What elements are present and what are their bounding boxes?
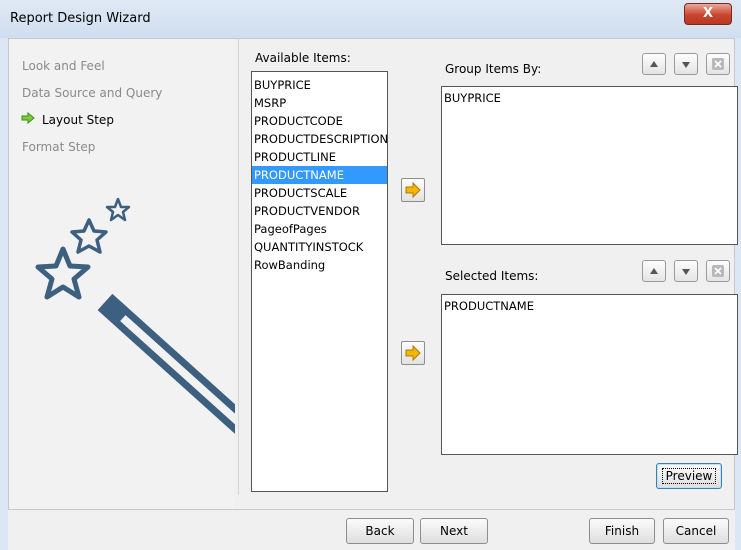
cancel-button[interactable]: Cancel xyxy=(663,518,729,544)
selected-items-list[interactable]: PRODUCTNAME xyxy=(441,294,738,455)
preview-button-label: Preview xyxy=(661,468,717,484)
group-move-up-button[interactable] xyxy=(642,53,666,75)
preview-button[interactable]: Preview xyxy=(656,463,722,489)
selected-remove-button[interactable] xyxy=(706,260,730,282)
panel-divider xyxy=(238,39,239,495)
finish-button[interactable]: Finish xyxy=(589,518,655,544)
available-items-label: Available Items: xyxy=(255,51,351,65)
list-item[interactable]: BUYPRICE xyxy=(252,76,387,94)
triangle-down-icon xyxy=(682,62,690,68)
wizard-window: Report Design Wizard X Look and Feel Dat… xyxy=(0,0,741,550)
group-items-label: Group Items By: xyxy=(445,62,542,76)
next-button[interactable]: Next xyxy=(420,518,488,544)
step-look-and-feel[interactable]: Look and Feel xyxy=(22,59,105,73)
wizard-content: Look and Feel Data Source and Query Layo… xyxy=(8,38,738,510)
list-item[interactable]: QUANTITYINSTOCK xyxy=(252,238,387,256)
footer: Back Next Finish Cancel xyxy=(8,510,735,550)
close-button[interactable]: X xyxy=(684,3,732,25)
steps-panel: Look and Feel Data Source and Query Layo… xyxy=(9,39,235,509)
arrow-right-icon xyxy=(405,344,421,362)
remove-icon xyxy=(712,58,724,70)
list-item[interactable]: PRODUCTNAME xyxy=(442,297,737,315)
list-item[interactable]: PageofPages xyxy=(252,220,387,238)
group-move-down-button[interactable] xyxy=(674,53,698,75)
list-item-selected[interactable]: PRODUCTNAME xyxy=(252,166,387,184)
selected-items-label: Selected Items: xyxy=(445,269,539,283)
selected-move-down-button[interactable] xyxy=(674,260,698,282)
list-item[interactable]: PRODUCTLINE xyxy=(252,148,387,166)
back-button[interactable]: Back xyxy=(346,518,414,544)
green-arrow-icon xyxy=(21,111,35,127)
list-item[interactable]: RowBanding xyxy=(252,256,387,274)
wand-stars-icon xyxy=(35,197,235,465)
triangle-down-icon xyxy=(682,269,690,275)
step-data-source[interactable]: Data Source and Query xyxy=(22,86,162,100)
selected-move-up-button[interactable] xyxy=(642,260,666,282)
group-remove-button[interactable] xyxy=(706,53,730,75)
list-item[interactable]: BUYPRICE xyxy=(442,89,737,107)
list-item[interactable]: PRODUCTDESCRIPTION xyxy=(252,130,387,148)
list-item[interactable]: PRODUCTVENDOR xyxy=(252,202,387,220)
step-format[interactable]: Format Step xyxy=(22,140,95,154)
list-item[interactable]: PRODUCTCODE xyxy=(252,112,387,130)
step-layout[interactable]: Layout Step xyxy=(42,113,114,127)
window-title: Report Design Wizard xyxy=(10,11,151,26)
remove-icon xyxy=(712,265,724,277)
list-item[interactable]: MSRP xyxy=(252,94,387,112)
add-to-selected-button[interactable] xyxy=(401,341,425,365)
list-item[interactable]: PRODUCTSCALE xyxy=(252,184,387,202)
available-items-list[interactable]: BUYPRICE MSRP PRODUCTCODE PRODUCTDESCRIP… xyxy=(251,71,388,492)
arrow-right-icon xyxy=(405,181,421,199)
triangle-up-icon xyxy=(650,268,658,274)
title-bar: Report Design Wizard X xyxy=(0,0,741,38)
group-items-list[interactable]: BUYPRICE xyxy=(441,86,738,245)
triangle-up-icon xyxy=(650,61,658,67)
add-to-group-button[interactable] xyxy=(401,178,425,202)
